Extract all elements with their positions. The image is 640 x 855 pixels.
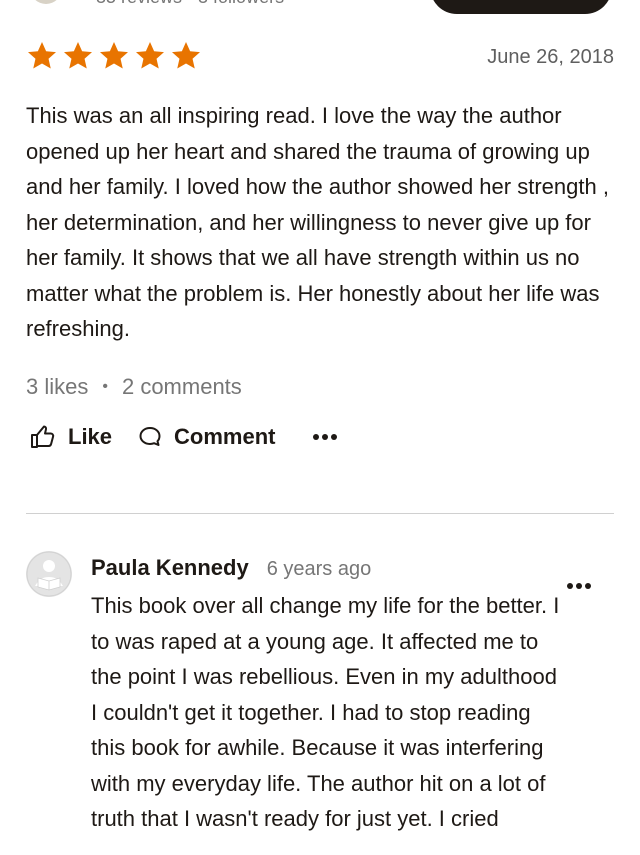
comment-more-options-icon[interactable] — [567, 583, 591, 589]
comment-header: Paula Kennedy 6 years ago — [91, 555, 371, 581]
star-icon — [28, 42, 56, 69]
comment-button[interactable]: Comment — [138, 424, 275, 450]
comment-author[interactable]: Paula Kennedy — [91, 555, 249, 581]
like-label: Like — [68, 424, 113, 449]
comment-text: This book over all change my life for th… — [91, 593, 560, 831]
review-date[interactable]: June 26, 2018 — [487, 46, 614, 69]
commenter-avatar[interactable] — [26, 551, 72, 597]
follow-button[interactable] — [430, 0, 612, 14]
comment-bubble-icon — [139, 427, 161, 446]
thumbs-up-icon — [31, 425, 55, 448]
comment-time: 6 years ago — [266, 558, 372, 580]
star-icon — [172, 42, 200, 69]
like-button[interactable]: Like — [30, 424, 112, 450]
likes-count[interactable]: 3 likes — [26, 374, 88, 400]
star-icon — [100, 42, 128, 69]
review-more-options-icon[interactable] — [313, 434, 338, 440]
comments-count[interactable]: 2 comments — [122, 374, 242, 400]
reviewer-header: 35 reviews · 3 followers — [0, 0, 640, 20]
star-rating — [26, 40, 202, 72]
divider — [26, 513, 614, 514]
separator-dot: • — [102, 378, 108, 395]
comment-label: Comment — [174, 424, 276, 449]
default-user-avatar-icon — [26, 551, 72, 597]
review-text: This was an all inspiring read. I love t… — [26, 103, 609, 341]
star-icon — [64, 42, 92, 69]
star-icon — [136, 42, 164, 69]
review-stats: 3 likes • 2 comments — [26, 374, 242, 400]
review-actions: Like Comment — [30, 424, 338, 450]
reviewer-avatar[interactable] — [30, 0, 62, 4]
reviewer-stats: 35 reviews · 3 followers — [96, 0, 284, 8]
